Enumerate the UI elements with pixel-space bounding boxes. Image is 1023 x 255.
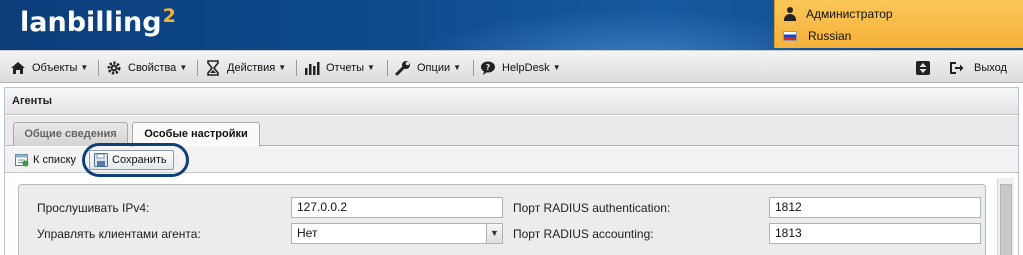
menu-actions-label: Действия [227,61,276,74]
logout-button[interactable]: Выход [948,51,1007,84]
listen-ipv4-field[interactable]: 127.0.0.2 [291,197,503,218]
language-selector[interactable]: Russian [783,26,851,46]
chevron-down-icon: ▼ [552,63,561,72]
scrollbar-thumb[interactable] [1000,184,1012,255]
form-area: Прослушивать IPv4: 127.0.0.2 Управлять к… [5,174,1018,255]
listen-ipv4-label: Прослушивать IPv4: [37,201,150,215]
menu-properties[interactable]: Свойства ▼ [106,51,187,84]
menu-objects[interactable]: Объекты ▼ [10,51,88,84]
app-logo: lanbilling2 [20,5,176,38]
radius-auth-port-label: Порт RADIUS authentication: [513,201,671,215]
panel-toolbar: К списку Сохранить [5,147,1018,173]
menu-reports-label: Отчеты [326,61,365,74]
menu-options-label: Опции [417,61,451,74]
panel-title: Агенты [5,88,1018,115]
menu-objects-label: Объекты [32,61,78,74]
header-decoration [380,0,800,50]
menu-divider [473,60,474,76]
menu-helpdesk[interactable]: ? HelpDesk ▼ [480,51,561,84]
chevron-down-icon: ▼ [453,63,462,72]
menu-actions[interactable]: Действия ▼ [205,51,286,84]
user-name: Администратор [806,7,893,21]
language-label: Russian [808,29,852,43]
menu-options[interactable]: Опции ▼ [395,51,461,84]
logo-text: lanbilling [20,7,162,38]
menu-divider [296,60,297,76]
gear-icon [106,60,122,76]
back-list-icon [15,153,29,167]
user-menu[interactable]: Администратор [783,4,893,24]
menu-reports[interactable]: Отчеты ▼ [304,51,375,84]
save-label: Сохранить [112,154,167,166]
chevron-down-icon: ▼ [179,63,188,72]
chevron-down-icon[interactable]: ▼ [486,224,502,243]
hourglass-icon [205,59,221,76]
tab-strip: Общие сведения Особые настройки [5,116,1018,147]
settings-fieldset: Прослушивать IPv4: 127.0.0.2 Управлять к… [18,184,986,255]
back-to-list-button[interactable]: К списку [11,150,80,170]
menu-properties-label: Свойства [128,61,177,74]
chevron-down-icon: ▼ [80,63,89,72]
logo-superscript: 2 [162,5,176,27]
main-menu-bar: Объекты ▼ Свойства ▼ Действия ▼ Отчеты ▼… [0,50,1023,83]
bar-chart-icon [304,60,320,76]
updown-arrows-icon [915,60,931,76]
logout-icon [948,60,964,76]
manage-clients-label: Управлять клиентами агента: [37,227,201,241]
agents-panel: Агенты Общие сведения Особые настройки К… [4,87,1019,255]
manage-clients-value: Нет [297,226,318,240]
save-button[interactable]: Сохранить [89,150,174,170]
radius-auth-port-field[interactable]: 1812 [769,197,981,218]
manage-clients-select[interactable]: Нет ▼ [291,223,503,244]
app-header: lanbilling2 Администратор Russian [0,0,1023,50]
chevron-down-icon: ▼ [278,63,287,72]
tab-general-info[interactable]: Общие сведения [13,122,128,146]
user-panel: Администратор Russian [774,0,1023,48]
chat-bubble-icon: ? [480,60,496,76]
menu-divider [387,60,388,76]
radius-acct-port-label: Порт RADIUS accounting: [513,227,654,241]
updown-button[interactable] [915,51,937,84]
wrench-icon [395,60,411,76]
chevron-down-icon: ▼ [367,63,375,72]
russia-flag-icon [783,31,797,41]
back-to-list-label: К списку [33,154,77,166]
logout-label: Выход [974,61,1007,74]
radius-acct-port-field[interactable]: 1813 [769,223,981,244]
save-icon [94,153,108,167]
menu-divider [98,60,99,76]
person-icon [783,7,797,21]
menu-divider [197,60,198,76]
building-icon [10,60,26,76]
menu-helpdesk-label: HelpDesk [502,61,550,74]
tab-special-settings[interactable]: Особые настройки [132,122,260,147]
vertical-scrollbar[interactable] [997,178,1014,255]
svg-text:?: ? [486,63,491,72]
